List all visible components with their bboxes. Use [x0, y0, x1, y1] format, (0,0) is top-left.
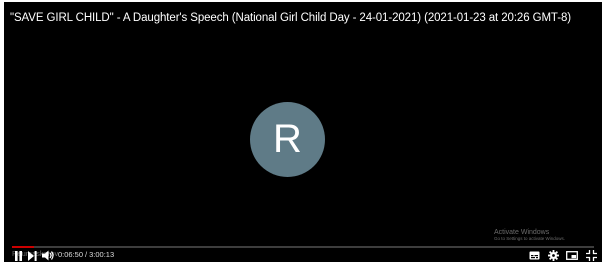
settings-icon[interactable] [548, 250, 559, 261]
video-title: "SAVE GIRL CHILD" - A Daughter's Speech … [10, 12, 571, 24]
control-bar: Reumaskarov 0:06:50/3:00:13 [4, 249, 602, 262]
current-time: 0:06:50 [58, 250, 84, 259]
volume-icon[interactable] [42, 250, 54, 261]
progress-played [12, 246, 35, 248]
video-player[interactable]: "SAVE GIRL CHILD" - A Daughter's Speech … [4, 2, 602, 262]
avatar: R [250, 102, 325, 177]
exit-fullscreen-icon[interactable] [586, 250, 597, 261]
next-icon[interactable] [28, 251, 37, 261]
time-display: 0:06:50/3:00:13 [58, 250, 114, 259]
duration: 3:00:13 [89, 250, 115, 259]
progress-bar[interactable] [12, 246, 594, 248]
miniplayer-icon[interactable] [566, 251, 578, 260]
subtitles-icon[interactable] [529, 251, 540, 260]
pause-icon[interactable] [14, 251, 23, 261]
avatar-letter: R [273, 117, 302, 161]
watermark-subtitle: Go to Settings to activate Windows. [494, 235, 566, 241]
activate-windows-watermark: Activate Windows Go to Settings to activ… [494, 229, 565, 242]
